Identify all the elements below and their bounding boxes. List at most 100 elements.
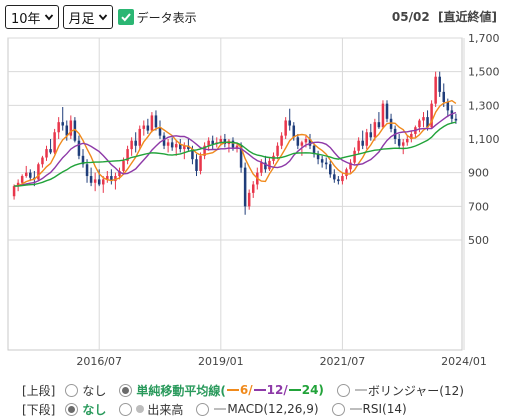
candle-body: [150, 115, 154, 131]
y-tick-label: 1,300: [468, 99, 500, 112]
last-close-date: 05/02 [直近終値]: [391, 10, 497, 24]
candle-body: [130, 140, 133, 150]
candle-body: [53, 132, 56, 153]
candle-body: [251, 184, 255, 193]
lower-option-none-label: なし: [82, 402, 107, 417]
upper-option-none-label: なし: [82, 383, 107, 398]
lower-option-rsi[interactable]: RSI(14): [331, 402, 407, 416]
data-table-checkbox[interactable]: データ表示: [117, 9, 197, 26]
lower-option-none[interactable]: なし: [65, 401, 106, 417]
candle-body: [288, 120, 291, 126]
candle-body: [260, 162, 263, 173]
candle-body: [243, 167, 247, 207]
candle-body: [296, 137, 300, 146]
interval-select[interactable]: 月足: [62, 5, 113, 29]
y-tick-label: 1,500: [468, 66, 500, 79]
macd-dash-icon: [214, 408, 227, 410]
candle-body: [365, 132, 368, 146]
candle-body: [41, 157, 44, 165]
ma24-line: [14, 121, 457, 187]
lower-indicator-options: [下段] なし 出来高 MACD(12,26,9) RSI(14): [22, 400, 420, 417]
candle-body: [97, 179, 101, 185]
lower-segment-label: [下段]: [22, 402, 56, 417]
candle-body: [247, 192, 251, 207]
checkmark-icon: [117, 9, 134, 25]
candle-body: [324, 162, 328, 165]
ma12-label: 12/: [266, 383, 288, 397]
radio-icon: [65, 383, 79, 397]
candle-body: [170, 142, 174, 148]
lower-option-rsi-label: RSI(14): [362, 402, 407, 416]
candle-body: [49, 149, 52, 153]
candle-body: [166, 142, 170, 146]
candle-body: [377, 122, 381, 128]
candle-body: [211, 140, 214, 145]
candle-body: [300, 142, 304, 146]
candle-body: [134, 140, 137, 146]
candle-body: [333, 174, 336, 180]
ma24-label: 24): [301, 383, 324, 397]
candle-body: [24, 172, 28, 177]
upper-option-sma[interactable]: 単純移動平均線( 6/ 12/ 24): [119, 382, 324, 399]
candle-body: [89, 176, 93, 183]
candle-body: [422, 117, 425, 121]
ma6-label: 6/: [239, 383, 253, 397]
x-tick-label: 2021/07: [320, 355, 366, 368]
upper-indicator-options: [上段] なし 単純移動平均線( 6/ 12/ 24) ボリンジャー(12): [22, 381, 477, 399]
period-select[interactable]: 10年: [5, 5, 59, 29]
candle-body: [320, 159, 324, 163]
y-tick-label: 700: [468, 200, 489, 213]
lower-option-macd-label: MACD(12,26,9): [227, 402, 319, 416]
upper-option-bollinger[interactable]: ボリンジャー(12): [336, 382, 464, 399]
candle-body: [337, 179, 340, 182]
y-tick-label: 500: [468, 234, 489, 247]
candle-body: [280, 135, 283, 146]
candle-body: [235, 145, 239, 148]
candle-body: [85, 164, 89, 177]
upper-option-sma-label: 単純移動平均線(: [136, 383, 226, 398]
candle-body: [174, 144, 178, 148]
bollinger-dash-icon: [354, 389, 367, 391]
candle-body: [373, 122, 377, 138]
lower-option-volume[interactable]: 出来高: [119, 401, 183, 417]
candle-body: [154, 115, 158, 128]
candle-body: [93, 179, 97, 183]
chevron-down-icon: [98, 14, 107, 21]
candle-body: [146, 125, 150, 131]
candle-body: [397, 139, 401, 146]
candle-body: [357, 140, 360, 151]
candle-body: [57, 122, 60, 133]
candle-body: [389, 118, 393, 129]
candle-body: [29, 172, 32, 178]
candle-body: [454, 118, 458, 121]
candle-body: [138, 128, 141, 146]
candle-body: [401, 142, 405, 146]
upper-segment-label: [上段]: [22, 383, 56, 398]
radio-selected-icon: [119, 383, 133, 397]
candle-body: [385, 103, 389, 119]
y-tick-label: 900: [468, 167, 489, 180]
candle-body: [353, 150, 356, 163]
candle-body: [381, 103, 385, 128]
candle-body: [304, 139, 308, 143]
candle-body: [199, 155, 202, 171]
chevron-down-icon: [44, 14, 53, 21]
period-select-value: 10年: [11, 11, 41, 27]
candle-body: [45, 149, 48, 158]
data-table-label: データ表示: [136, 10, 197, 25]
ma24-dash-icon: [288, 389, 301, 391]
lower-option-volume-label: 出来高: [147, 402, 184, 417]
radio-icon: [331, 402, 345, 416]
candle-body: [345, 169, 348, 177]
upper-option-none[interactable]: なし: [65, 382, 106, 399]
lower-option-macd[interactable]: MACD(12,26,9): [196, 402, 319, 416]
candle-body: [438, 76, 441, 92]
candle-body: [102, 179, 105, 185]
candle-body: [418, 120, 421, 128]
y-tick-label: 1,700: [468, 32, 500, 45]
candle-body: [276, 145, 279, 156]
ma12-dash-icon: [253, 389, 266, 391]
candle-body: [369, 132, 373, 138]
candle-body: [12, 186, 16, 197]
radio-icon: [119, 402, 133, 416]
